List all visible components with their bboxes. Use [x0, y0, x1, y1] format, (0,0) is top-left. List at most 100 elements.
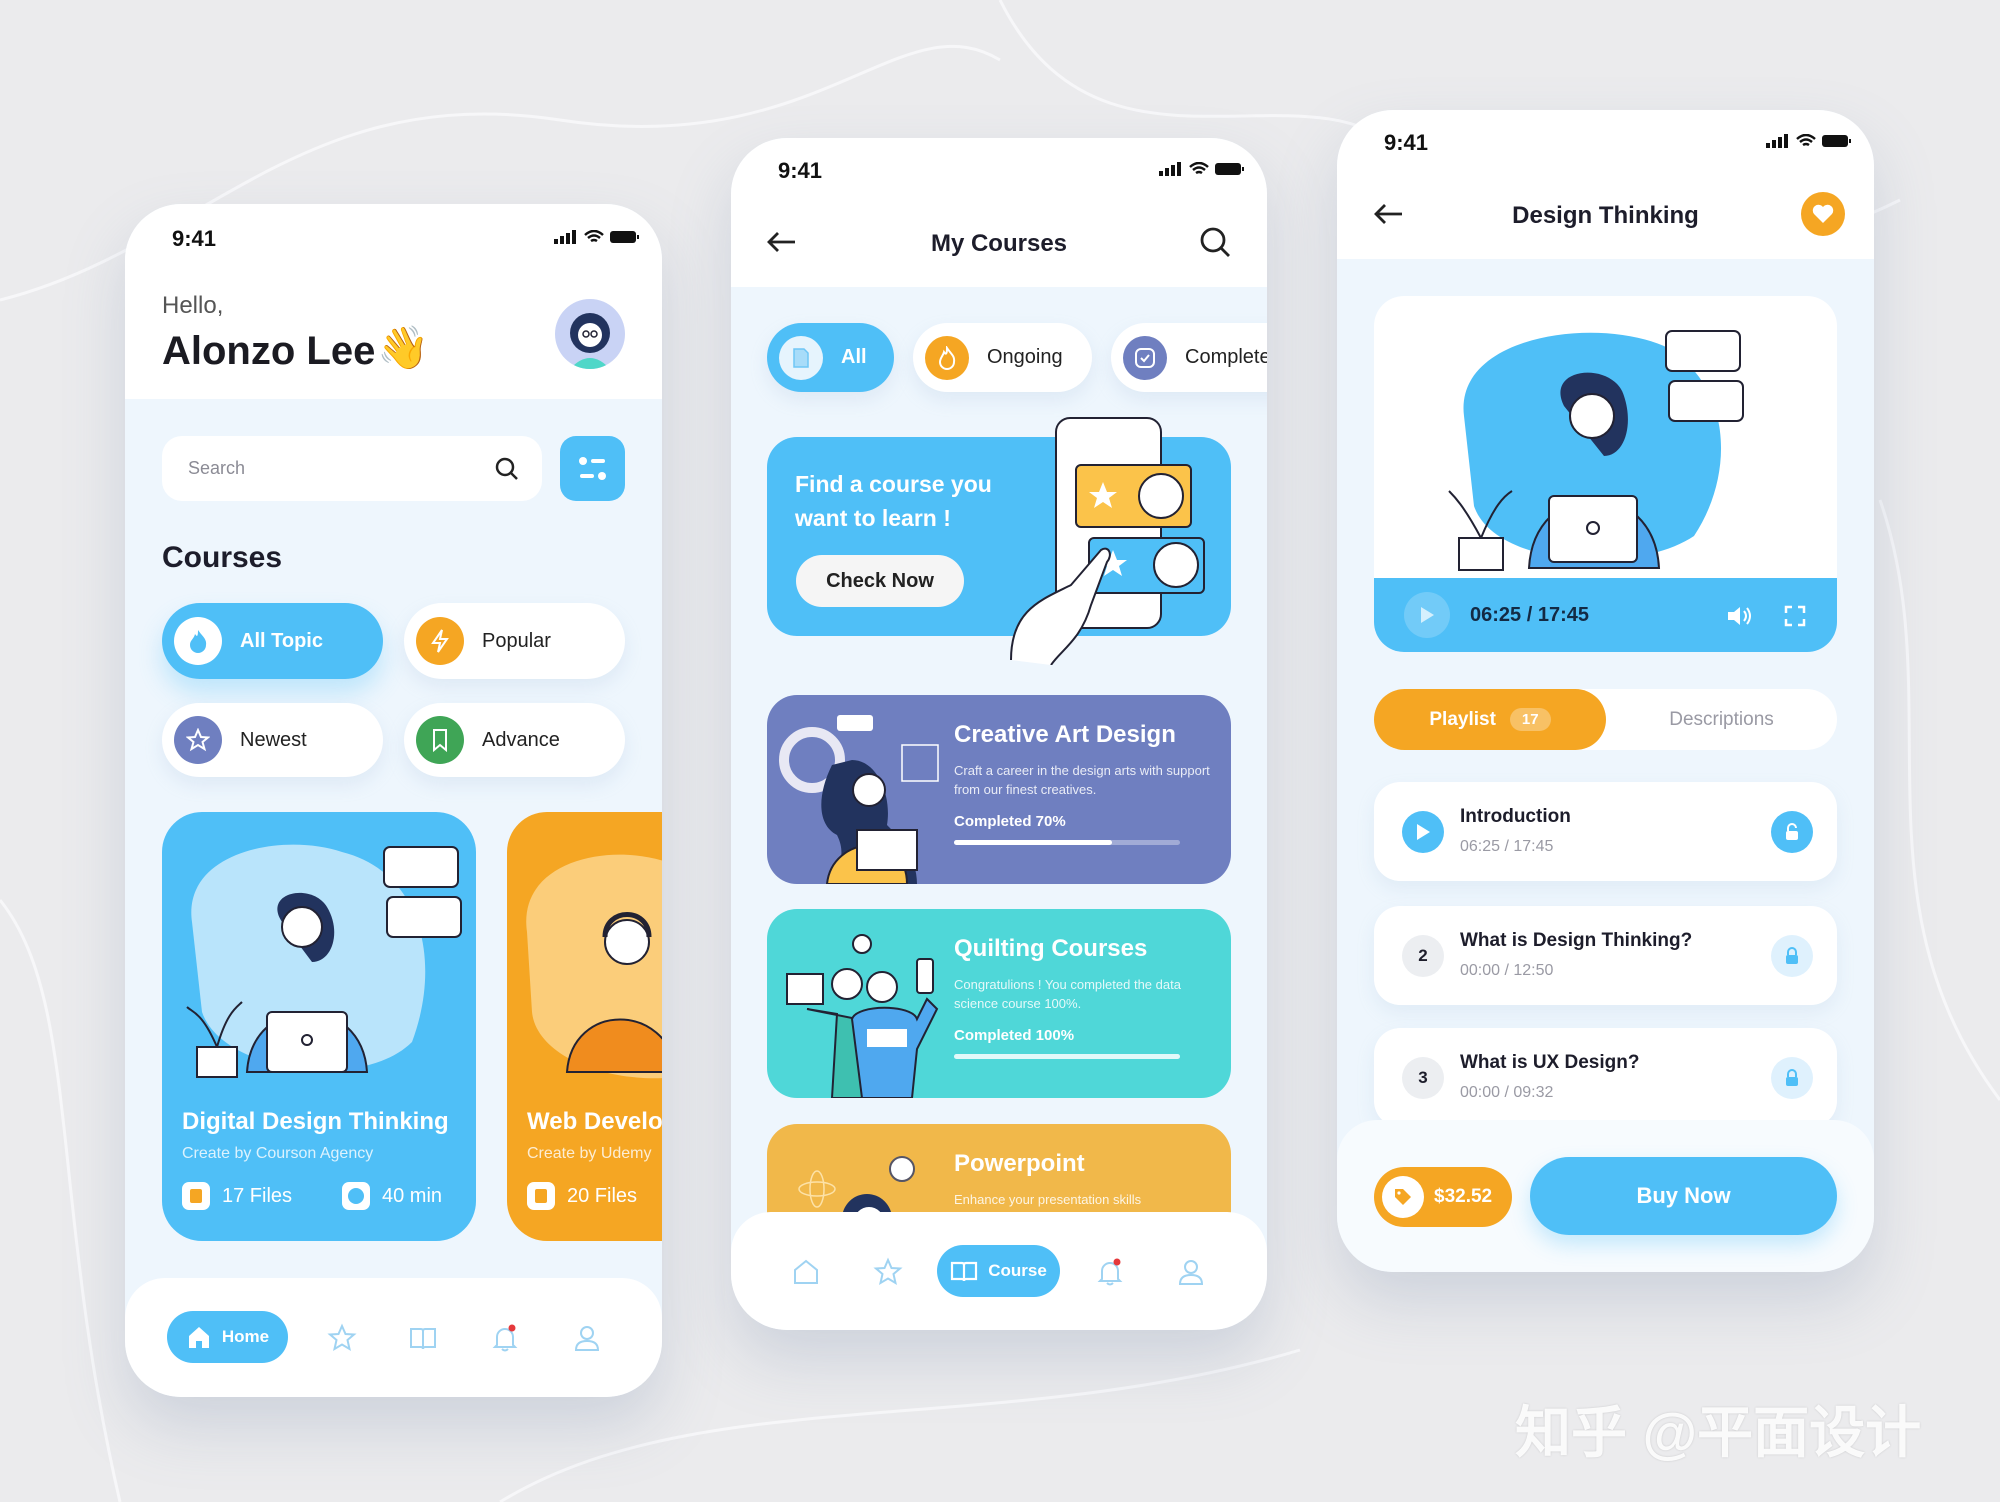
flame-icon: [174, 617, 222, 665]
buy-now-button[interactable]: Buy Now: [1530, 1157, 1837, 1235]
search-input[interactable]: Search: [162, 436, 542, 501]
course-progress-label: Completed 100%: [954, 1027, 1075, 1044]
search-placeholder: Search: [188, 458, 246, 478]
user-name: Alonzo Lee: [162, 329, 376, 373]
home-icon[interactable]: [791, 1257, 821, 1287]
chip-popular[interactable]: Popular: [404, 603, 625, 679]
play-button[interactable]: [1404, 592, 1450, 638]
course-title: Quilting Courses: [954, 935, 1148, 962]
playlist-count-badge: 17: [1509, 708, 1551, 731]
bell-icon[interactable]: [490, 1323, 520, 1353]
status-time: 9:41: [1384, 130, 1429, 155]
status-icons: [554, 230, 640, 244]
detail-tabs: Playlist 17 Descriptions: [1374, 689, 1837, 750]
user-icon[interactable]: [1176, 1257, 1206, 1287]
volume-icon[interactable]: [1726, 604, 1754, 628]
document-icon: [779, 335, 823, 380]
wifi-icon: [1189, 162, 1209, 175]
wifi-icon: [584, 230, 604, 243]
star-icon[interactable]: [327, 1323, 357, 1353]
lesson-item[interactable]: Introduction 06:25 / 17:45: [1374, 782, 1837, 881]
chip-label: Newest: [240, 728, 307, 751]
course-title: Powerpoint: [954, 1150, 1085, 1177]
tab-label: Ongoing: [987, 346, 1063, 368]
page-title: Design Thinking: [1512, 202, 1699, 229]
files-count: 17 Files: [222, 1184, 293, 1207]
course-title: Creative Art Design: [954, 721, 1176, 748]
search-icon[interactable]: [494, 456, 520, 482]
chip-newest[interactable]: Newest: [162, 703, 383, 777]
star-icon[interactable]: [873, 1257, 903, 1287]
video-player[interactable]: 06:25 / 17:45: [1374, 296, 1837, 652]
nav-home-label: Home: [221, 1327, 270, 1346]
course-card-web-dev[interactable]: Web Develo Create by Udemy 20 Files: [507, 812, 662, 1241]
heart-icon: [1812, 204, 1834, 223]
fullscreen-icon[interactable]: [1784, 605, 1806, 627]
check-now-button[interactable]: Check Now: [796, 555, 964, 607]
chip-advance[interactable]: Advance: [404, 703, 625, 777]
play-icon: [1421, 607, 1434, 623]
lock-icon: [1771, 935, 1813, 977]
tab-all[interactable]: All: [767, 323, 894, 392]
battery-icon: [1215, 163, 1244, 175]
lesson-item[interactable]: 2 What is Design Thinking? 00:00 / 12:50: [1374, 906, 1837, 1005]
waving-hand-icon: 👋: [377, 324, 430, 371]
book-icon[interactable]: [408, 1323, 438, 1353]
tab-ongoing[interactable]: Ongoing: [913, 323, 1092, 392]
favorite-button[interactable]: [1801, 192, 1845, 236]
course-author: Create by Udemy: [527, 1145, 652, 1162]
chip-all-topic[interactable]: All Topic: [162, 603, 383, 679]
nav-home[interactable]: Home: [167, 1311, 288, 1363]
nav-course[interactable]: Course: [937, 1245, 1060, 1297]
course-title: Web Develo: [527, 1108, 662, 1135]
status-icons: [1159, 162, 1245, 176]
course-card-digital-design[interactable]: Digital Design Thinking Create by Courso…: [162, 812, 476, 1241]
bookmark-icon: [416, 716, 464, 764]
lesson-number: 2: [1402, 935, 1444, 977]
wifi-icon: [1796, 134, 1816, 147]
tab-playlist[interactable]: Playlist 17: [1374, 689, 1606, 750]
course-card-creative-art[interactable]: Creative Art Design Craft a career in th…: [767, 695, 1231, 884]
filter-button[interactable]: [560, 436, 625, 501]
price: $32.52: [1434, 1186, 1493, 1207]
tag-icon: [1382, 1176, 1424, 1218]
status-time: 9:41: [778, 158, 823, 183]
lesson-item[interactable]: 3 What is UX Design? 00:00 / 09:32: [1374, 1028, 1837, 1127]
course-progress-bar: [954, 840, 1180, 845]
tab-complete[interactable]: Complete: [1111, 323, 1267, 392]
bottom-nav: Course: [731, 1212, 1267, 1330]
lesson-time: 00:00 / 09:32: [1460, 1084, 1554, 1101]
file-icon: [182, 1182, 210, 1210]
bolt-icon: [416, 617, 464, 665]
play-button[interactable]: [1402, 811, 1444, 853]
banner-illustration: [1010, 417, 1205, 665]
lesson-title: What is Design Thinking?: [1460, 930, 1693, 951]
bottom-nav: Home: [125, 1278, 662, 1397]
user-icon[interactable]: [572, 1323, 602, 1353]
course-description: Enhance your presentation skills: [954, 1192, 1142, 1207]
battery-icon: [1822, 135, 1851, 147]
avatar[interactable]: [555, 299, 625, 369]
tab-descriptions[interactable]: Descriptions: [1606, 689, 1837, 750]
course-description: Congratulions ! You completed the data s…: [954, 977, 1181, 1011]
star-icon: [174, 716, 222, 764]
search-icon[interactable]: [1199, 226, 1231, 258]
bell-icon[interactable]: [1095, 1257, 1125, 1287]
files-count: 20 Files: [567, 1184, 638, 1207]
home-icon: [188, 1327, 209, 1348]
checkbox-icon: [1123, 335, 1167, 380]
chip-label: Advance: [482, 728, 560, 751]
chip-label: All Topic: [240, 629, 323, 652]
course-card-quilting[interactable]: Quilting Courses Congratulions ! You com…: [767, 909, 1231, 1098]
signal-icon: [554, 230, 576, 244]
lesson-title: What is UX Design?: [1460, 1052, 1640, 1073]
home-screen: 9:41 Hello, Alonzo Lee 👋 Search Courses …: [125, 204, 662, 1397]
course-description: Craft a career in the design arts with s…: [954, 763, 1210, 797]
tab-label: Complete: [1185, 346, 1267, 368]
course-author: Create by Courson Agency: [182, 1145, 374, 1162]
course-duration: 40 min: [342, 1182, 442, 1210]
course-illustration: [526, 854, 662, 1079]
course-files: 20 Files: [527, 1182, 637, 1210]
lesson-number: 3: [1402, 1057, 1444, 1099]
playback-time: 06:25 / 17:45: [1470, 604, 1589, 626]
